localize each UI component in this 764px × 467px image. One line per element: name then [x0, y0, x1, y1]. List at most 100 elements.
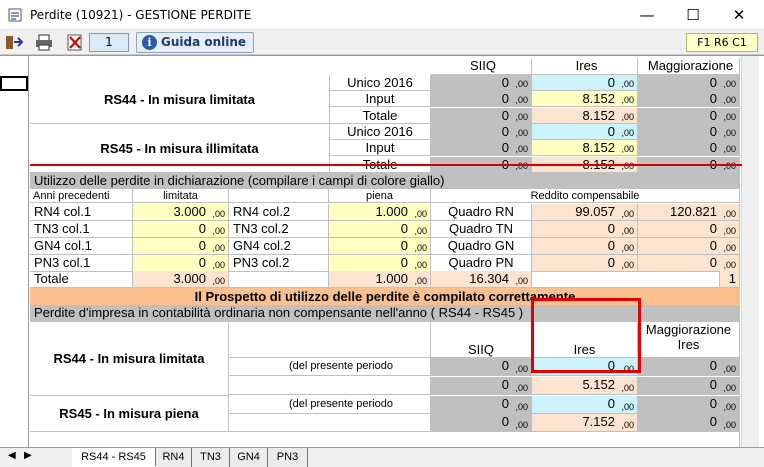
rs44-title: RS44 - In misura limitata [30, 75, 330, 124]
util-reddito-1: 0,00 [532, 255, 638, 272]
bottom-siiq-value: 0,00 [431, 414, 532, 432]
util-piena-input[interactable]: 0,00 [329, 221, 431, 238]
util-quadro-label: Quadro PN [431, 255, 532, 272]
sheet-tab[interactable]: PN3 [268, 448, 308, 467]
sheet-tab[interactable]: TN3 [192, 448, 230, 467]
util-label-col2: RN4 col.2 [229, 204, 329, 221]
col-blank [229, 189, 329, 203]
util-limitata-input[interactable]: 0,00 [133, 221, 229, 238]
totale-label: Totale [30, 271, 133, 288]
selected-cell[interactable] [0, 76, 28, 91]
periodo-label: (del presente periodo [229, 396, 431, 414]
util-label-col1: PN3 col.1 [30, 255, 133, 272]
bottom-header-magg: Maggiorazione Ires [638, 322, 740, 358]
guida-online-label: Guida online [161, 35, 247, 49]
util-reddito-1: 99.057,00 [532, 204, 638, 221]
header-siiq: SIIQ [431, 58, 532, 75]
util-reddito-2: 0,00 [638, 238, 740, 255]
rs45-ires-value: 0,00 [532, 124, 638, 140]
empty-row [30, 432, 740, 448]
util-limitata-input[interactable]: 0,00 [133, 255, 229, 272]
util-label-col2: PN3 col.2 [229, 255, 329, 272]
close-button[interactable]: ✕ [716, 0, 762, 30]
periodo-blank [229, 414, 431, 432]
periodo-blank [229, 377, 431, 395]
rs44-ires-value: 8.152,00 [532, 108, 638, 124]
util-limitata-input[interactable]: 0,00 [133, 238, 229, 255]
vertical-scrollbar[interactable] [741, 56, 759, 448]
bottom-rs45-title: RS45 - In misura piena [30, 396, 229, 432]
totale-blank2 [532, 271, 720, 288]
rs44-magg-value: 0,00 [638, 75, 740, 91]
bottom-header-siiq: SIIQ [431, 322, 532, 358]
print-icon[interactable] [34, 33, 54, 52]
util-reddito-1: 0,00 [532, 221, 638, 238]
bottom-rs44-title: RS44 - In misura limitata [30, 322, 229, 396]
col-anni-precedenti: Anni precedenti [30, 189, 133, 203]
delete-icon[interactable] [65, 33, 85, 52]
spreadsheet: SIIQ Ires Maggiorazione RS44 - In misura… [0, 55, 764, 448]
util-label-col1: TN3 col.1 [30, 221, 133, 238]
sheet-tab[interactable]: GN4 [230, 448, 268, 467]
title-bar: Perdite (10921) - GESTIONE PERDITE — ☐ ✕ [0, 0, 764, 30]
guida-online-button[interactable]: i Guida online [136, 32, 254, 53]
row-header-column [0, 56, 29, 448]
util-piena-input[interactable]: 1.000,00 [329, 204, 431, 221]
rs44-ires-value[interactable]: 8.152,00 [532, 91, 638, 107]
util-quadro-label: Quadro TN [431, 221, 532, 238]
rs44-row-label: Totale [330, 108, 431, 124]
sheet-tab[interactable]: RN4 [156, 448, 192, 467]
rs45-row-label: Input [330, 140, 431, 156]
util-quadro-label: Quadro RN [431, 204, 532, 221]
tab-nav-right-icon[interactable]: ▶ [24, 450, 32, 461]
bottom-magg-value: 0,00 [638, 377, 740, 395]
rs44-siiq-value: 0,00 [431, 75, 532, 91]
page-number-field[interactable]: 1 [89, 33, 129, 52]
rs44-ires-value: 0,00 [532, 75, 638, 91]
window-title: Perdite (10921) - GESTIONE PERDITE [30, 8, 252, 22]
totale-last: 1 [720, 271, 740, 288]
totale-limitata: 3.000,00 [133, 271, 229, 288]
sheet-tab[interactable]: RS44 - RS45 [72, 448, 156, 467]
util-reddito-1: 0,00 [532, 238, 638, 255]
minimize-button[interactable]: — [624, 0, 670, 30]
util-quadro-label: Quadro GN [431, 238, 532, 255]
util-limitata-input[interactable]: 3.000,00 [133, 204, 229, 221]
horizontal-scrollbar[interactable] [448, 450, 744, 465]
totale-quadro: 16.304,00 [431, 271, 532, 288]
rs44-row-label: Input [330, 91, 431, 107]
util-piena-input[interactable]: 0,00 [329, 238, 431, 255]
rs44-magg-value: 0,00 [638, 108, 740, 124]
bottom-siiq-value: 0,00 [431, 358, 532, 376]
bottom-magg-value: 0,00 [638, 414, 740, 432]
maximize-button[interactable]: ☐ [670, 0, 716, 30]
totale-blank [229, 271, 329, 288]
util-label-col2: GN4 col.2 [229, 238, 329, 255]
sheet-tabs-bar: ◀ ▶ RS44 - RS45 RN4 TN3 GN4 PN3 [0, 447, 764, 467]
bottom-siiq-value: 0,00 [431, 396, 532, 414]
toolbar: 1 i Guida online F1 R6 C1 [0, 30, 764, 55]
util-label-col1: GN4 col.1 [30, 238, 133, 255]
bottom-ires-value: 0,00 [532, 396, 638, 414]
exit-icon[interactable] [4, 33, 24, 52]
util-piena-input[interactable]: 0,00 [329, 255, 431, 272]
tab-nav-left-icon[interactable]: ◀ [8, 450, 16, 461]
info-icon: i [142, 35, 157, 50]
rs45-ires-value[interactable]: 8.152,00 [532, 140, 638, 156]
rs45-magg-value: 0,00 [638, 140, 740, 156]
bottom-magg-value: 0,00 [638, 396, 740, 414]
periodo-label: (del presente periodo [229, 358, 431, 376]
util-label-col2: TN3 col.2 [229, 221, 329, 238]
cell-reference: F1 R6 C1 [686, 33, 758, 52]
highlight-box [531, 298, 641, 373]
totale-piena: 1.000,00 [329, 271, 431, 288]
util-reddito-2: 0,00 [638, 255, 740, 272]
bottom-blank-header [229, 322, 431, 358]
rs45-magg-value: 0,00 [638, 124, 740, 140]
header-ires: Ires [532, 58, 638, 75]
highlight-line [30, 164, 742, 166]
util-reddito-2: 120.821,00 [638, 204, 740, 221]
rs44-siiq-value: 0,00 [431, 108, 532, 124]
rs44-siiq-value: 0,00 [431, 91, 532, 107]
col-piena: piena [329, 189, 431, 203]
